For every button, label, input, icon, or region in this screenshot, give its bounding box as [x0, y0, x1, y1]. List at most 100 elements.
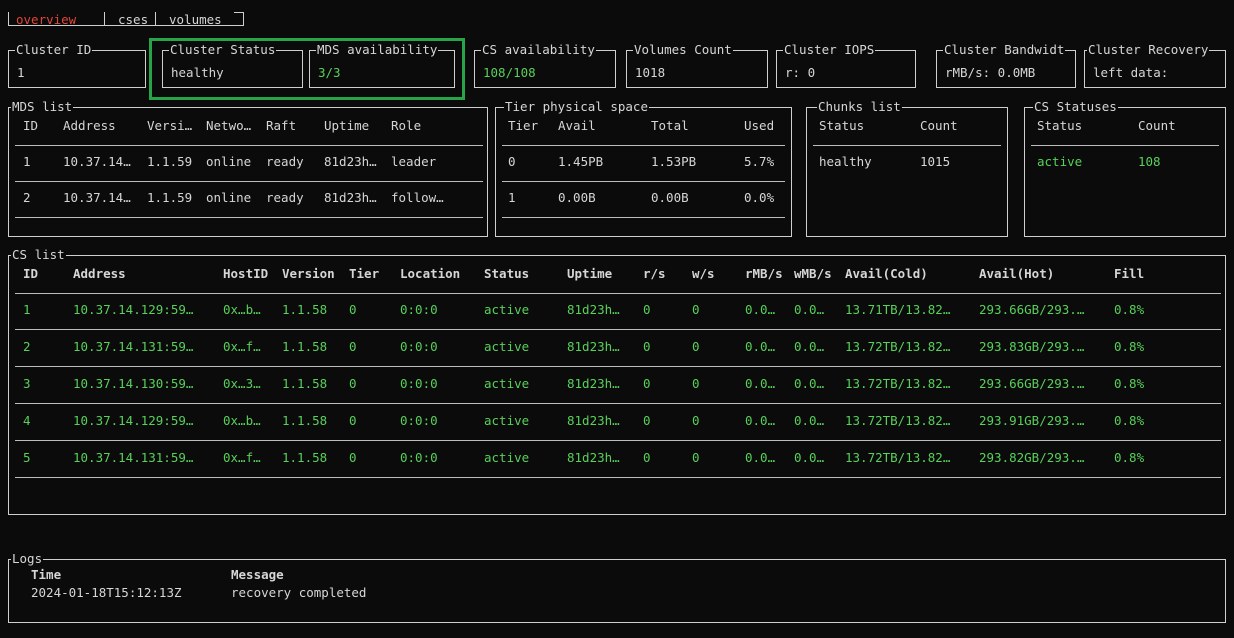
divider — [1031, 145, 1219, 146]
cs-header-location: Location — [400, 266, 461, 281]
cs-location: 0:0:0 — [400, 302, 438, 317]
cs-rmbs: 0.0… — [745, 450, 776, 465]
cs-statuses-count: 108 — [1138, 154, 1161, 169]
cs-version: 1.1.58 — [282, 302, 328, 317]
cs-header-rs: r/s — [643, 266, 666, 281]
mds-header-role: Role — [391, 118, 422, 133]
mds-uptime: 81d23h… — [324, 190, 377, 205]
mds-raft: ready — [266, 154, 304, 169]
cs-avail-hot: 293.66GB/293.… — [979, 376, 1085, 391]
logs-header-time: Time — [31, 567, 62, 582]
mds-role: leader — [391, 154, 437, 169]
cluster-recovery-panel: Cluster Recovery left data: — [1084, 42, 1226, 88]
tier-header-tier: Tier — [508, 118, 539, 133]
tier-total: 1.53PB — [651, 154, 697, 169]
cs-rmbs: 0.0… — [745, 376, 776, 391]
cs-rmbs: 0.0… — [745, 413, 776, 428]
tier-avail: 1.45PB — [558, 154, 604, 169]
cs-avail-cold: 13.71TB/13.82… — [845, 302, 951, 317]
cs-status: active — [484, 450, 530, 465]
cluster-iops-value: r: 0 — [785, 65, 816, 80]
cs-ws: 0 — [692, 302, 700, 317]
cs-id: 5 — [23, 450, 31, 465]
cs-header-rmbs: rMB/s — [745, 266, 783, 281]
cs-address: 10.37.14.129:59… — [73, 413, 194, 428]
cs-version: 1.1.58 — [282, 450, 328, 465]
log-time: 2024-01-18T15:12:13Z — [31, 585, 182, 600]
cluster-status-panel: Cluster Status healthy — [162, 42, 303, 88]
cluster-recovery-value: left data: — [1093, 65, 1169, 80]
cs-avail-hot: 293.82GB/293.… — [979, 450, 1085, 465]
panel-title: Tier physical space — [504, 99, 649, 115]
tier-physical-space-panel: Tier physical space Tier Avail Total Use… — [495, 99, 792, 237]
tier-used: 5.7% — [744, 154, 775, 169]
cs-version: 1.1.58 — [282, 376, 328, 391]
cs-uptime: 81d23h… — [567, 339, 620, 354]
tab-volumes[interactable]: volumes — [169, 12, 222, 27]
mds-role: follow… — [391, 190, 444, 205]
cs-hostid: 0x…3… — [223, 376, 261, 391]
cs-statuses-header-status: Status — [1037, 118, 1083, 133]
cs-ws: 0 — [692, 339, 700, 354]
panel-title: Logs — [11, 551, 44, 567]
log-message: recovery completed — [231, 585, 367, 600]
cs-header-wmbs: wMB/s — [794, 266, 832, 281]
panel-title: CS list — [11, 247, 66, 263]
cs-rs: 0 — [643, 450, 651, 465]
cs-hostid: 0x…f… — [223, 339, 261, 354]
cs-status: active — [484, 302, 530, 317]
cs-address: 10.37.14.129:59… — [73, 302, 194, 317]
cs-header-address: Address — [73, 266, 126, 281]
cs-uptime: 81d23h… — [567, 450, 620, 465]
cs-id: 1 — [23, 302, 31, 317]
divider — [502, 217, 785, 218]
cs-wmbs: 0.0… — [794, 376, 825, 391]
cs-hostid: 0x…b… — [223, 302, 261, 317]
logs-panel: Logs Time Message 2024-01-18T15:12:13Z r… — [8, 551, 1226, 623]
cs-avail-hot: 293.83GB/293.… — [979, 339, 1085, 354]
mds-header-network: Netwo… — [206, 118, 252, 133]
cs-tier: 0 — [349, 302, 357, 317]
cs-avail-hot: 293.91GB/293.… — [979, 413, 1085, 428]
cs-status: active — [484, 413, 530, 428]
tier-id: 1 — [508, 190, 516, 205]
cs-statuses-panel: CS Statuses Status Count active 108 — [1024, 99, 1226, 237]
cs-wmbs: 0.0… — [794, 302, 825, 317]
panel-title: Cluster Bandwidt — [943, 42, 1066, 58]
cs-rs: 0 — [643, 413, 651, 428]
cs-rmbs: 0.0… — [745, 302, 776, 317]
divider — [15, 217, 483, 218]
mds-version: 1.1.59 — [147, 190, 193, 205]
mds-header-raft: Raft — [266, 118, 297, 133]
cs-avail-cold: 13.72TB/13.82… — [845, 413, 951, 428]
cs-fill: 0.8% — [1114, 413, 1145, 428]
mds-header-id: ID — [23, 118, 39, 133]
cs-location: 0:0:0 — [400, 376, 438, 391]
mds-raft: ready — [266, 190, 304, 205]
cs-fill: 0.8% — [1114, 450, 1145, 465]
tier-header-avail: Avail — [558, 118, 596, 133]
cs-fill: 0.8% — [1114, 302, 1145, 317]
cs-tier: 0 — [349, 339, 357, 354]
divider — [15, 145, 483, 146]
mds-network: online — [206, 190, 252, 205]
cluster-iops-panel: Cluster IOPS r: 0 — [776, 42, 916, 88]
tab-overview[interactable]: overview — [16, 12, 76, 27]
tab-cses[interactable]: cses — [118, 12, 148, 27]
cs-header-id: ID — [23, 266, 39, 281]
panel-title: Chunks list — [817, 99, 902, 115]
cs-header-avail-cold: Avail(Cold) — [845, 266, 928, 281]
logs-header-message: Message — [231, 567, 284, 582]
tier-id: 0 — [508, 154, 516, 169]
chunks-status: healthy — [819, 154, 872, 169]
divider — [15, 477, 1221, 478]
cs-header-hostid: HostID — [223, 266, 269, 281]
tier-avail: 0.00B — [558, 190, 596, 205]
panel-title: Volumes Count — [633, 42, 733, 58]
cs-avail-cold: 13.72TB/13.82… — [845, 450, 951, 465]
cs-address: 10.37.14.130:59… — [73, 376, 194, 391]
mds-id: 2 — [23, 190, 31, 205]
cs-ws: 0 — [692, 413, 700, 428]
panel-title: CS availability — [481, 42, 596, 58]
cs-ws: 0 — [692, 376, 700, 391]
